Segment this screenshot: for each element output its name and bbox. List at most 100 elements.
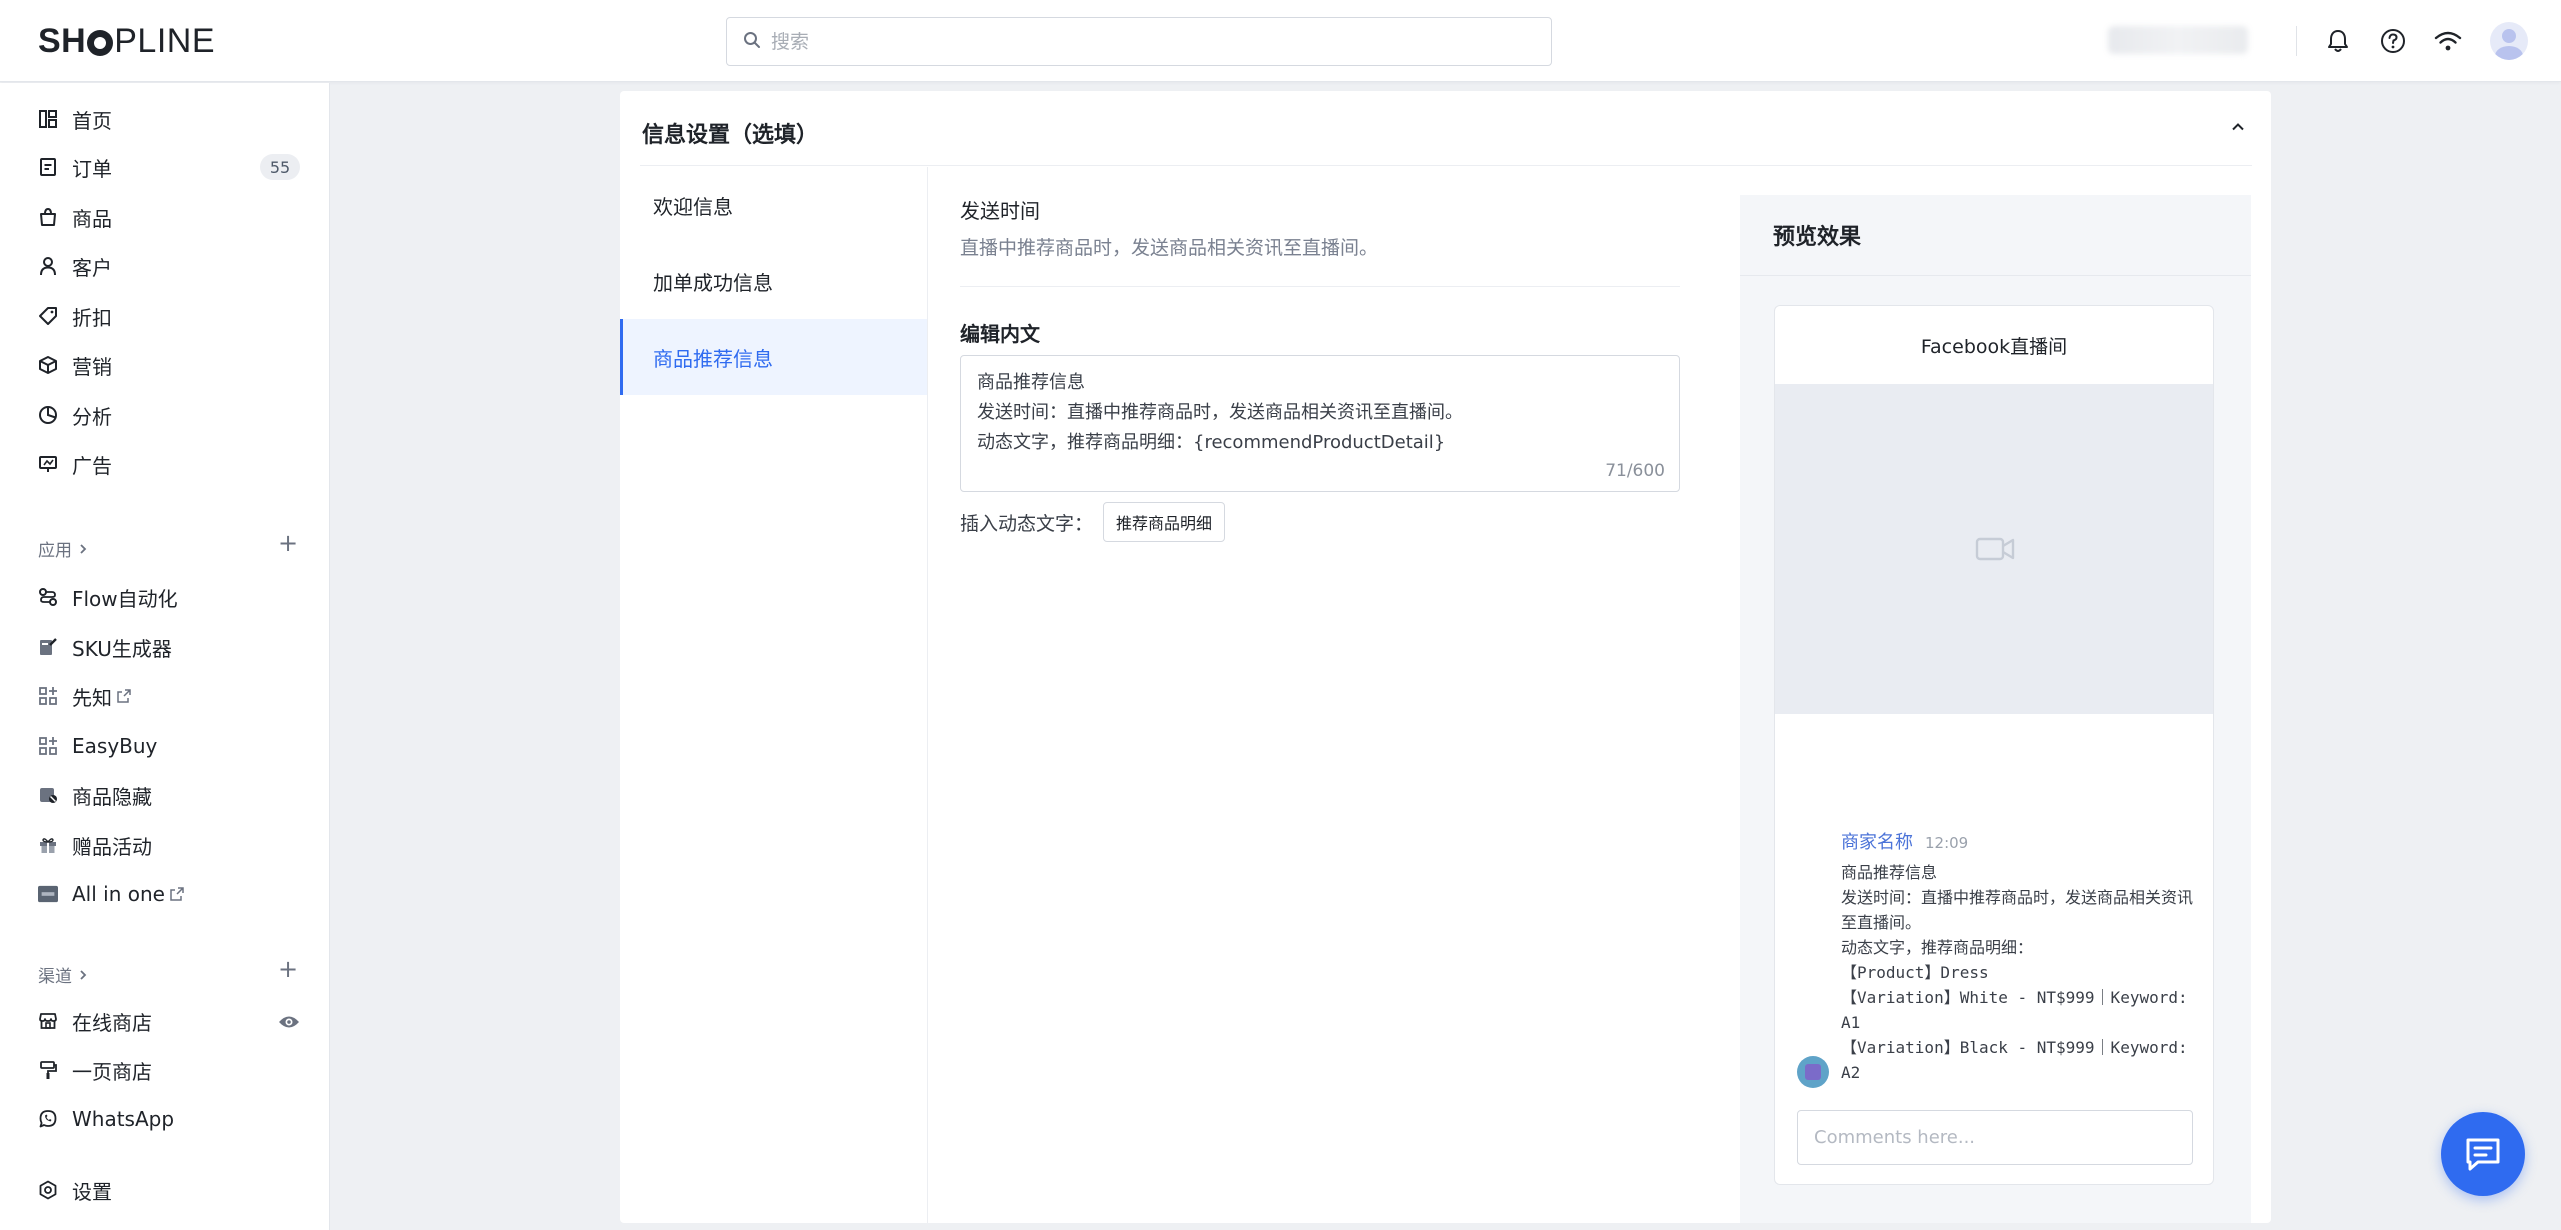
whatsapp-icon xyxy=(38,1109,58,1129)
sidebar-item-sku[interactable]: SKU生成器 xyxy=(38,627,300,667)
sidebar-item-xianzhi[interactable]: 先知 xyxy=(38,676,300,716)
sidebar-item-home[interactable]: 首页 xyxy=(38,99,300,139)
sidebar-item-analytics[interactable]: 分析 xyxy=(38,395,300,435)
collapse-chevron-up-icon[interactable] xyxy=(2230,119,2246,139)
card-divider xyxy=(640,165,2252,166)
chat-message: 商家名称 12:09 商品推荐信息 发送时间：直播中推荐商品时，发送商品相关资讯… xyxy=(1841,828,2201,1085)
insert-recommend-detail-button[interactable]: 推荐商品明细 xyxy=(1103,502,1226,542)
dashboard-icon xyxy=(38,109,58,129)
preview-title: 预览效果 xyxy=(1773,225,1862,250)
facebook-live-preview: Facebook直播间 商家名称 12:09 商品推荐信息 发送时间：直播中推荐… xyxy=(1774,305,2214,1185)
external-link-icon xyxy=(117,689,131,703)
sku-icon xyxy=(38,637,58,657)
hide-product-icon xyxy=(38,785,58,805)
eye-icon[interactable] xyxy=(278,1011,300,1035)
tag-icon xyxy=(38,306,58,326)
sidebar-item-label: 客户 xyxy=(72,255,112,280)
tab-order-success[interactable]: 加单成功信息 xyxy=(620,243,927,319)
video-camera-icon xyxy=(1975,537,2015,561)
pie-icon xyxy=(38,405,58,425)
flow-icon xyxy=(38,587,58,607)
logo-text-suffix: PLINE xyxy=(114,22,215,60)
merchant-name[interactable]: 商家名称 xyxy=(1841,828,1913,854)
cube-icon xyxy=(38,355,58,375)
character-counter: 71/600 xyxy=(1605,461,1665,481)
sidebar-item-label: 商品隐藏 xyxy=(72,784,152,809)
sidebar-item-label: 折扣 xyxy=(72,305,112,330)
video-placeholder xyxy=(1775,384,2213,714)
sidebar-item-customers[interactable]: 客户 xyxy=(38,246,300,286)
sidebar-item-all-in-one[interactable]: All in one xyxy=(38,874,300,914)
sidebar-item-online-store[interactable]: 在线商店 xyxy=(38,1001,300,1041)
tab-label: 加单成功信息 xyxy=(653,270,773,295)
add-channel-plus-icon[interactable]: + xyxy=(278,957,298,981)
card-title: 信息设置（选填） xyxy=(642,123,819,148)
shopline-logo[interactable]: SH PLINE xyxy=(38,22,215,61)
wifi-icon[interactable] xyxy=(2431,24,2465,58)
tab-welcome[interactable]: 欢迎信息 xyxy=(620,167,927,243)
user-avatar[interactable] xyxy=(2490,22,2528,60)
support-chat-button[interactable] xyxy=(2441,1112,2525,1196)
help-icon[interactable] xyxy=(2376,24,2410,58)
merchant-avatar xyxy=(1797,1056,1829,1088)
editor-line: 动态文字，推荐商品明细：{recommendProductDetail} xyxy=(977,432,1446,453)
top-bar: SH PLINE xyxy=(0,0,2561,82)
sidebar-item-whatsapp[interactable]: WhatsApp xyxy=(38,1099,300,1139)
message-settings-card: 信息设置（选填） 欢迎信息 加单成功信息 商品推荐信息 发送时间 直播中推荐商品… xyxy=(620,91,2271,1223)
ad-icon xyxy=(38,454,58,474)
gift-icon xyxy=(38,835,58,855)
message-time: 12:09 xyxy=(1925,834,1969,852)
logo-text-prefix: SH xyxy=(38,22,87,60)
channels-title-text: 渠道 xyxy=(38,967,72,987)
sidebar-item-easybuy[interactable]: EasyBuy xyxy=(38,726,300,766)
sidebar-item-label: 在线商店 xyxy=(72,1010,152,1035)
store-switcher[interactable] xyxy=(2108,26,2248,54)
app-grid-icon xyxy=(38,736,58,756)
chat-bubble-icon xyxy=(2466,1138,2500,1171)
comment-input[interactable] xyxy=(1797,1110,2193,1165)
user-icon xyxy=(38,256,58,276)
logo-o-mark xyxy=(87,29,114,56)
sidebar-item-label: EasyBuy xyxy=(72,734,158,758)
sidebar-item-discounts[interactable]: 折扣 xyxy=(38,296,300,336)
sidebar-item-label: 商品 xyxy=(72,206,112,231)
channels-section-title[interactable]: 渠道 xyxy=(38,962,90,987)
sidebar-item-label: 订单 xyxy=(72,156,112,181)
sidebar-item-settings[interactable]: 设置 xyxy=(38,1170,300,1210)
sidebar-item-label: 先知 xyxy=(72,685,112,710)
preview-divider xyxy=(1740,275,2251,276)
sidebar-item-hide-product[interactable]: 商品隐藏 xyxy=(38,775,300,815)
store-icon xyxy=(38,1011,58,1031)
message-type-tabs: 欢迎信息 加单成功信息 商品推荐信息 xyxy=(620,167,928,1223)
sidebar-item-flow[interactable]: Flow自动化 xyxy=(38,577,300,617)
send-time-description: 直播中推荐商品时，发送商品相关资讯至直播间。 xyxy=(960,237,1379,259)
tab-product-recommend[interactable]: 商品推荐信息 xyxy=(620,319,927,395)
order-icon xyxy=(38,157,58,177)
search-box[interactable] xyxy=(726,17,1552,66)
sidebar-item-gift[interactable]: 赠品活动 xyxy=(38,825,300,865)
app-grid-icon xyxy=(38,686,58,706)
settings-icon xyxy=(38,1180,58,1200)
sidebar-item-one-page-store[interactable]: 一页商店 xyxy=(38,1050,300,1090)
sidebar-item-orders[interactable]: 订单 55 xyxy=(38,147,300,187)
sidebar-item-products[interactable]: 商品 xyxy=(38,197,300,237)
sidebar-item-label: 营销 xyxy=(72,354,112,379)
header-divider xyxy=(2296,26,2297,56)
notification-bell-icon[interactable] xyxy=(2321,24,2355,58)
form-divider xyxy=(960,286,1680,287)
apps-section-title[interactable]: 应用 xyxy=(38,536,90,561)
sidebar-item-label: All in one xyxy=(72,882,165,906)
editor-line: 商品推荐信息 xyxy=(977,372,1085,393)
preview-panel: 预览效果 Facebook直播间 商家名称 12:09 商品推荐信息 发送时间：… xyxy=(1740,195,2251,1223)
search-input[interactable] xyxy=(771,30,1511,53)
message-editor[interactable]: 商品推荐信息 发送时间：直播中推荐商品时，发送商品相关资讯至直播间。 动态文字，… xyxy=(960,355,1680,492)
chevron-right-icon xyxy=(80,969,87,980)
sidebar-item-ads[interactable]: 广告 xyxy=(38,444,300,484)
add-app-plus-icon[interactable]: + xyxy=(278,531,298,555)
send-time-label: 发送时间 xyxy=(960,199,1040,223)
sidebar-item-marketing[interactable]: 营销 xyxy=(38,345,300,385)
message-body: 商品推荐信息 发送时间：直播中推荐商品时，发送商品相关资讯至直播间。 动态文字，… xyxy=(1841,863,2194,1082)
sidebar-item-label: 广告 xyxy=(72,453,112,478)
sidebar-item-label: WhatsApp xyxy=(72,1107,175,1131)
sidebar-item-label: 分析 xyxy=(72,404,112,429)
